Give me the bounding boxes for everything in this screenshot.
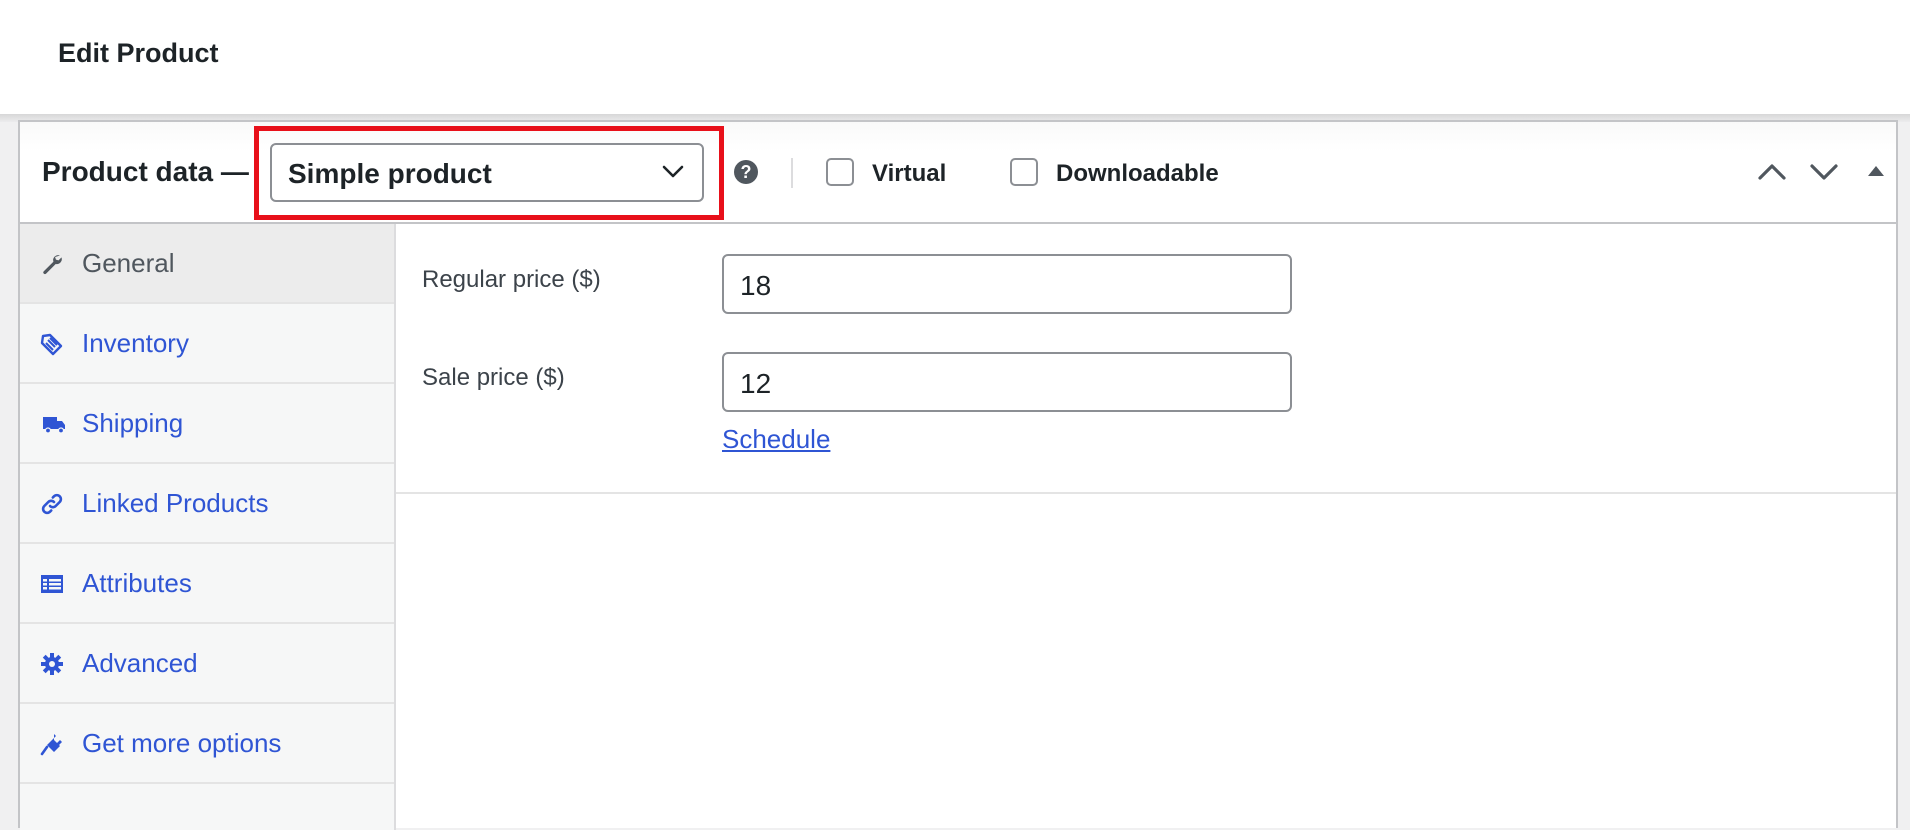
tab-label: Linked Products xyxy=(82,488,269,518)
downloadable-checkbox[interactable] xyxy=(1010,158,1038,186)
toggle-panel-icon[interactable] xyxy=(1858,154,1894,190)
regular-price-input[interactable]: 18 xyxy=(722,254,1292,314)
move-down-icon[interactable] xyxy=(1806,154,1842,190)
tab-general[interactable]: General xyxy=(20,224,394,304)
help-icon[interactable]: ? xyxy=(734,160,758,184)
tab-advanced[interactable]: Advanced xyxy=(20,624,394,704)
truck-icon xyxy=(43,417,65,434)
tab-label: General xyxy=(82,248,175,278)
link-icon xyxy=(41,493,63,515)
move-up-icon[interactable] xyxy=(1754,154,1790,190)
gear-icon xyxy=(41,653,63,675)
tab-linked-products[interactable]: Linked Products xyxy=(20,464,394,544)
tab-label: Advanced xyxy=(82,648,198,678)
general-panel: Regular price ($) 18 Sale price ($) 12 S… xyxy=(396,224,1896,494)
tab-label: Shipping xyxy=(82,408,184,438)
tab-label: Inventory xyxy=(82,328,189,358)
highlight-annotation xyxy=(254,126,724,220)
sale-price-label: Sale price ($) xyxy=(422,364,565,391)
list-icon xyxy=(41,575,63,593)
schedule-link[interactable]: Schedule xyxy=(722,424,830,455)
tab-label: Get more options xyxy=(82,728,282,758)
virtual-label[interactable]: Virtual xyxy=(872,160,946,188)
tag-icon xyxy=(40,333,63,356)
tab-attributes[interactable]: Attributes xyxy=(20,544,394,624)
product-data-postbox: Product data — Simple product ? Virtual … xyxy=(18,120,1898,830)
page-title: Edit Product xyxy=(58,38,219,68)
divider xyxy=(791,158,793,188)
regular-price-label: Regular price ($) xyxy=(422,266,601,293)
plugin-icon xyxy=(40,734,62,756)
product-data-header: Product data — Simple product ? Virtual … xyxy=(20,122,1896,224)
product-data-tabs: General Inventory Shipping Linked Produc… xyxy=(20,224,396,830)
virtual-checkbox[interactable] xyxy=(826,158,854,186)
regular-price-value: 18 xyxy=(740,270,772,301)
sale-price-input[interactable]: 12 xyxy=(722,352,1292,412)
tab-get-more-options[interactable]: Get more options xyxy=(20,704,394,784)
sale-price-value: 12 xyxy=(740,368,772,399)
product-data-title: Product data — xyxy=(42,156,249,187)
tab-label: Attributes xyxy=(82,568,192,598)
wrench-icon xyxy=(43,255,62,275)
downloadable-label[interactable]: Downloadable xyxy=(1056,160,1219,188)
tab-inventory[interactable]: Inventory xyxy=(20,304,394,384)
page-header: Edit Product xyxy=(0,0,1910,114)
tab-shipping[interactable]: Shipping xyxy=(20,384,394,464)
